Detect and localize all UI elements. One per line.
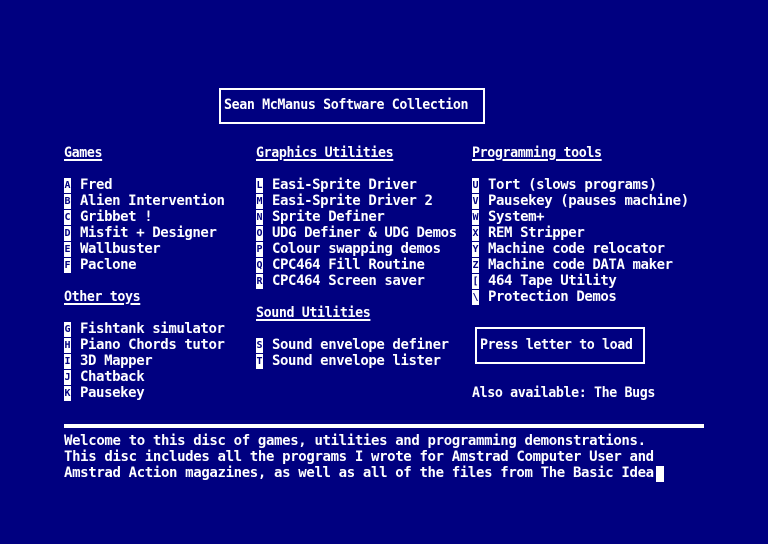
menu-item-system-plus[interactable]: W System+ xyxy=(472,209,545,225)
menu-item-label: Machine code relocator xyxy=(488,241,665,257)
menu-item-label: 464 Tape Utility xyxy=(488,273,617,289)
menu-item-protection-demos[interactable]: \ Protection Demos xyxy=(472,289,617,305)
menu-item-label: Misfit + Designer xyxy=(80,225,217,241)
menu-item-udg-definer[interactable]: O UDG Definer & UDG Demos xyxy=(256,225,457,241)
menu-item-label: CPC464 Fill Routine xyxy=(272,257,425,273)
key-badge: H xyxy=(64,338,71,353)
menu-item-easi-sprite-driver-2[interactable]: M Easi-Sprite Driver 2 xyxy=(256,193,433,209)
section-heading-programming-tools: Programming tools xyxy=(472,145,602,161)
menu-item-mc-relocator[interactable]: Y Machine code relocator xyxy=(472,241,665,257)
key-badge: W xyxy=(472,210,479,225)
menu-item-label: Paclone xyxy=(80,257,137,273)
menu-item-chatback[interactable]: J Chatback xyxy=(64,369,145,385)
key-badge: D xyxy=(64,226,71,241)
key-badge: U xyxy=(472,178,479,193)
key-badge: T xyxy=(256,354,263,369)
key-badge: E xyxy=(64,242,71,257)
menu-item-label: Gribbet ! xyxy=(80,209,153,225)
menu-item-pausekey-machine[interactable]: V Pausekey (pauses machine) xyxy=(472,193,689,209)
menu-item-label: Wallbuster xyxy=(80,241,161,257)
key-badge: F xyxy=(64,258,71,273)
menu-item-label: Sound envelope lister xyxy=(272,353,441,369)
menu-item-screen-saver[interactable]: R CPC464 Screen saver xyxy=(256,273,425,289)
menu-item-sound-envelope-definer[interactable]: S Sound envelope definer xyxy=(256,337,449,353)
menu-item-label: Fred xyxy=(80,177,113,193)
key-badge: R xyxy=(256,274,263,289)
key-badge: V xyxy=(472,194,479,209)
amstrad-screen: Sean McManus Software Collection Games A… xyxy=(0,0,768,544)
menu-item-label: Easi-Sprite Driver 2 xyxy=(272,193,433,209)
menu-item-label: UDG Definer & UDG Demos xyxy=(272,225,457,241)
menu-item-mc-data-maker[interactable]: Z Machine code DATA maker xyxy=(472,257,673,273)
menu-item-paclone[interactable]: F Paclone xyxy=(64,257,137,273)
menu-item-label: Machine code DATA maker xyxy=(488,257,673,273)
key-badge: A xyxy=(64,178,71,193)
menu-item-wallbuster[interactable]: E Wallbuster xyxy=(64,241,161,257)
menu-item-sprite-definer[interactable]: N Sprite Definer xyxy=(256,209,385,225)
key-badge: \ xyxy=(472,290,479,305)
key-badge: P xyxy=(256,242,263,257)
divider xyxy=(64,424,704,428)
key-badge: L xyxy=(256,178,263,193)
menu-item-label: Piano Chords tutor xyxy=(80,337,225,353)
menu-item-fred[interactable]: A Fred xyxy=(64,177,113,193)
section-heading-other-toys: Other toys xyxy=(64,289,141,305)
key-badge: Y xyxy=(472,242,479,257)
menu-item-label: Pausekey (pauses machine) xyxy=(488,193,689,209)
text-cursor xyxy=(656,466,664,482)
menu-item-rem-stripper[interactable]: X REM Stripper xyxy=(472,225,585,241)
key-badge: [ xyxy=(472,274,479,289)
key-badge: G xyxy=(64,322,71,337)
menu-item-tape-utility[interactable]: [ 464 Tape Utility xyxy=(472,273,617,289)
menu-item-label: Easi-Sprite Driver xyxy=(272,177,417,193)
key-badge: C xyxy=(64,210,71,225)
key-badge: J xyxy=(64,370,71,385)
menu-item-label: Fishtank simulator xyxy=(80,321,225,337)
menu-item-fill-routine[interactable]: Q CPC464 Fill Routine xyxy=(256,257,425,273)
menu-item-sound-envelope-lister[interactable]: T Sound envelope lister xyxy=(256,353,441,369)
menu-item-label: Alien Intervention xyxy=(80,193,225,209)
menu-item-label: Colour swapping demos xyxy=(272,241,441,257)
menu-item-label: CPC464 Screen saver xyxy=(272,273,425,289)
section-heading-sound-utilities: Sound Utilities xyxy=(256,305,371,321)
also-available-text: Also available: The Bugs xyxy=(472,385,656,401)
footer-line-2: This disc includes all the programs I wr… xyxy=(64,449,654,465)
key-badge: K xyxy=(64,386,71,401)
key-badge: X xyxy=(472,226,479,241)
page-title: Sean McManus Software Collection xyxy=(224,97,469,113)
key-badge: B xyxy=(64,194,71,209)
menu-item-colour-swapping[interactable]: P Colour swapping demos xyxy=(256,241,441,257)
footer-line-1: Welcome to this disc of games, utilities… xyxy=(64,433,646,449)
menu-item-fishtank[interactable]: G Fishtank simulator xyxy=(64,321,225,337)
menu-item-label: Pausekey xyxy=(80,385,145,401)
key-badge: M xyxy=(256,194,263,209)
menu-item-label: Chatback xyxy=(80,369,145,385)
key-badge: Z xyxy=(472,258,479,273)
menu-item-label: 3D Mapper xyxy=(80,353,153,369)
menu-item-label: System+ xyxy=(488,209,545,225)
footer-line-3: Amstrad Action magazines, as well as all… xyxy=(64,465,662,481)
menu-item-pausekey[interactable]: K Pausekey xyxy=(64,385,145,401)
menu-item-gribbet[interactable]: C Gribbet ! xyxy=(64,209,153,225)
menu-item-label: REM Stripper xyxy=(488,225,585,241)
menu-item-label: Tort (slows programs) xyxy=(488,177,657,193)
menu-item-piano-chords[interactable]: H Piano Chords tutor xyxy=(64,337,225,353)
prompt-text: Press letter to load xyxy=(480,337,633,353)
key-badge: I xyxy=(64,354,71,369)
menu-item-easi-sprite-driver[interactable]: L Easi-Sprite Driver xyxy=(256,177,417,193)
menu-item-label: Sound envelope definer xyxy=(272,337,449,353)
menu-item-label: Sprite Definer xyxy=(272,209,385,225)
key-badge: N xyxy=(256,210,263,225)
key-badge: O xyxy=(256,226,263,241)
menu-item-3d-mapper[interactable]: I 3D Mapper xyxy=(64,353,153,369)
menu-item-tort[interactable]: U Tort (slows programs) xyxy=(472,177,657,193)
section-heading-games: Games xyxy=(64,145,103,161)
key-badge: Q xyxy=(256,258,263,273)
section-heading-graphics-utilities: Graphics Utilities xyxy=(256,145,394,161)
menu-item-misfit[interactable]: D Misfit + Designer xyxy=(64,225,217,241)
key-badge: S xyxy=(256,338,263,353)
menu-item-label: Protection Demos xyxy=(488,289,617,305)
menu-item-alien-intervention[interactable]: B Alien Intervention xyxy=(64,193,225,209)
